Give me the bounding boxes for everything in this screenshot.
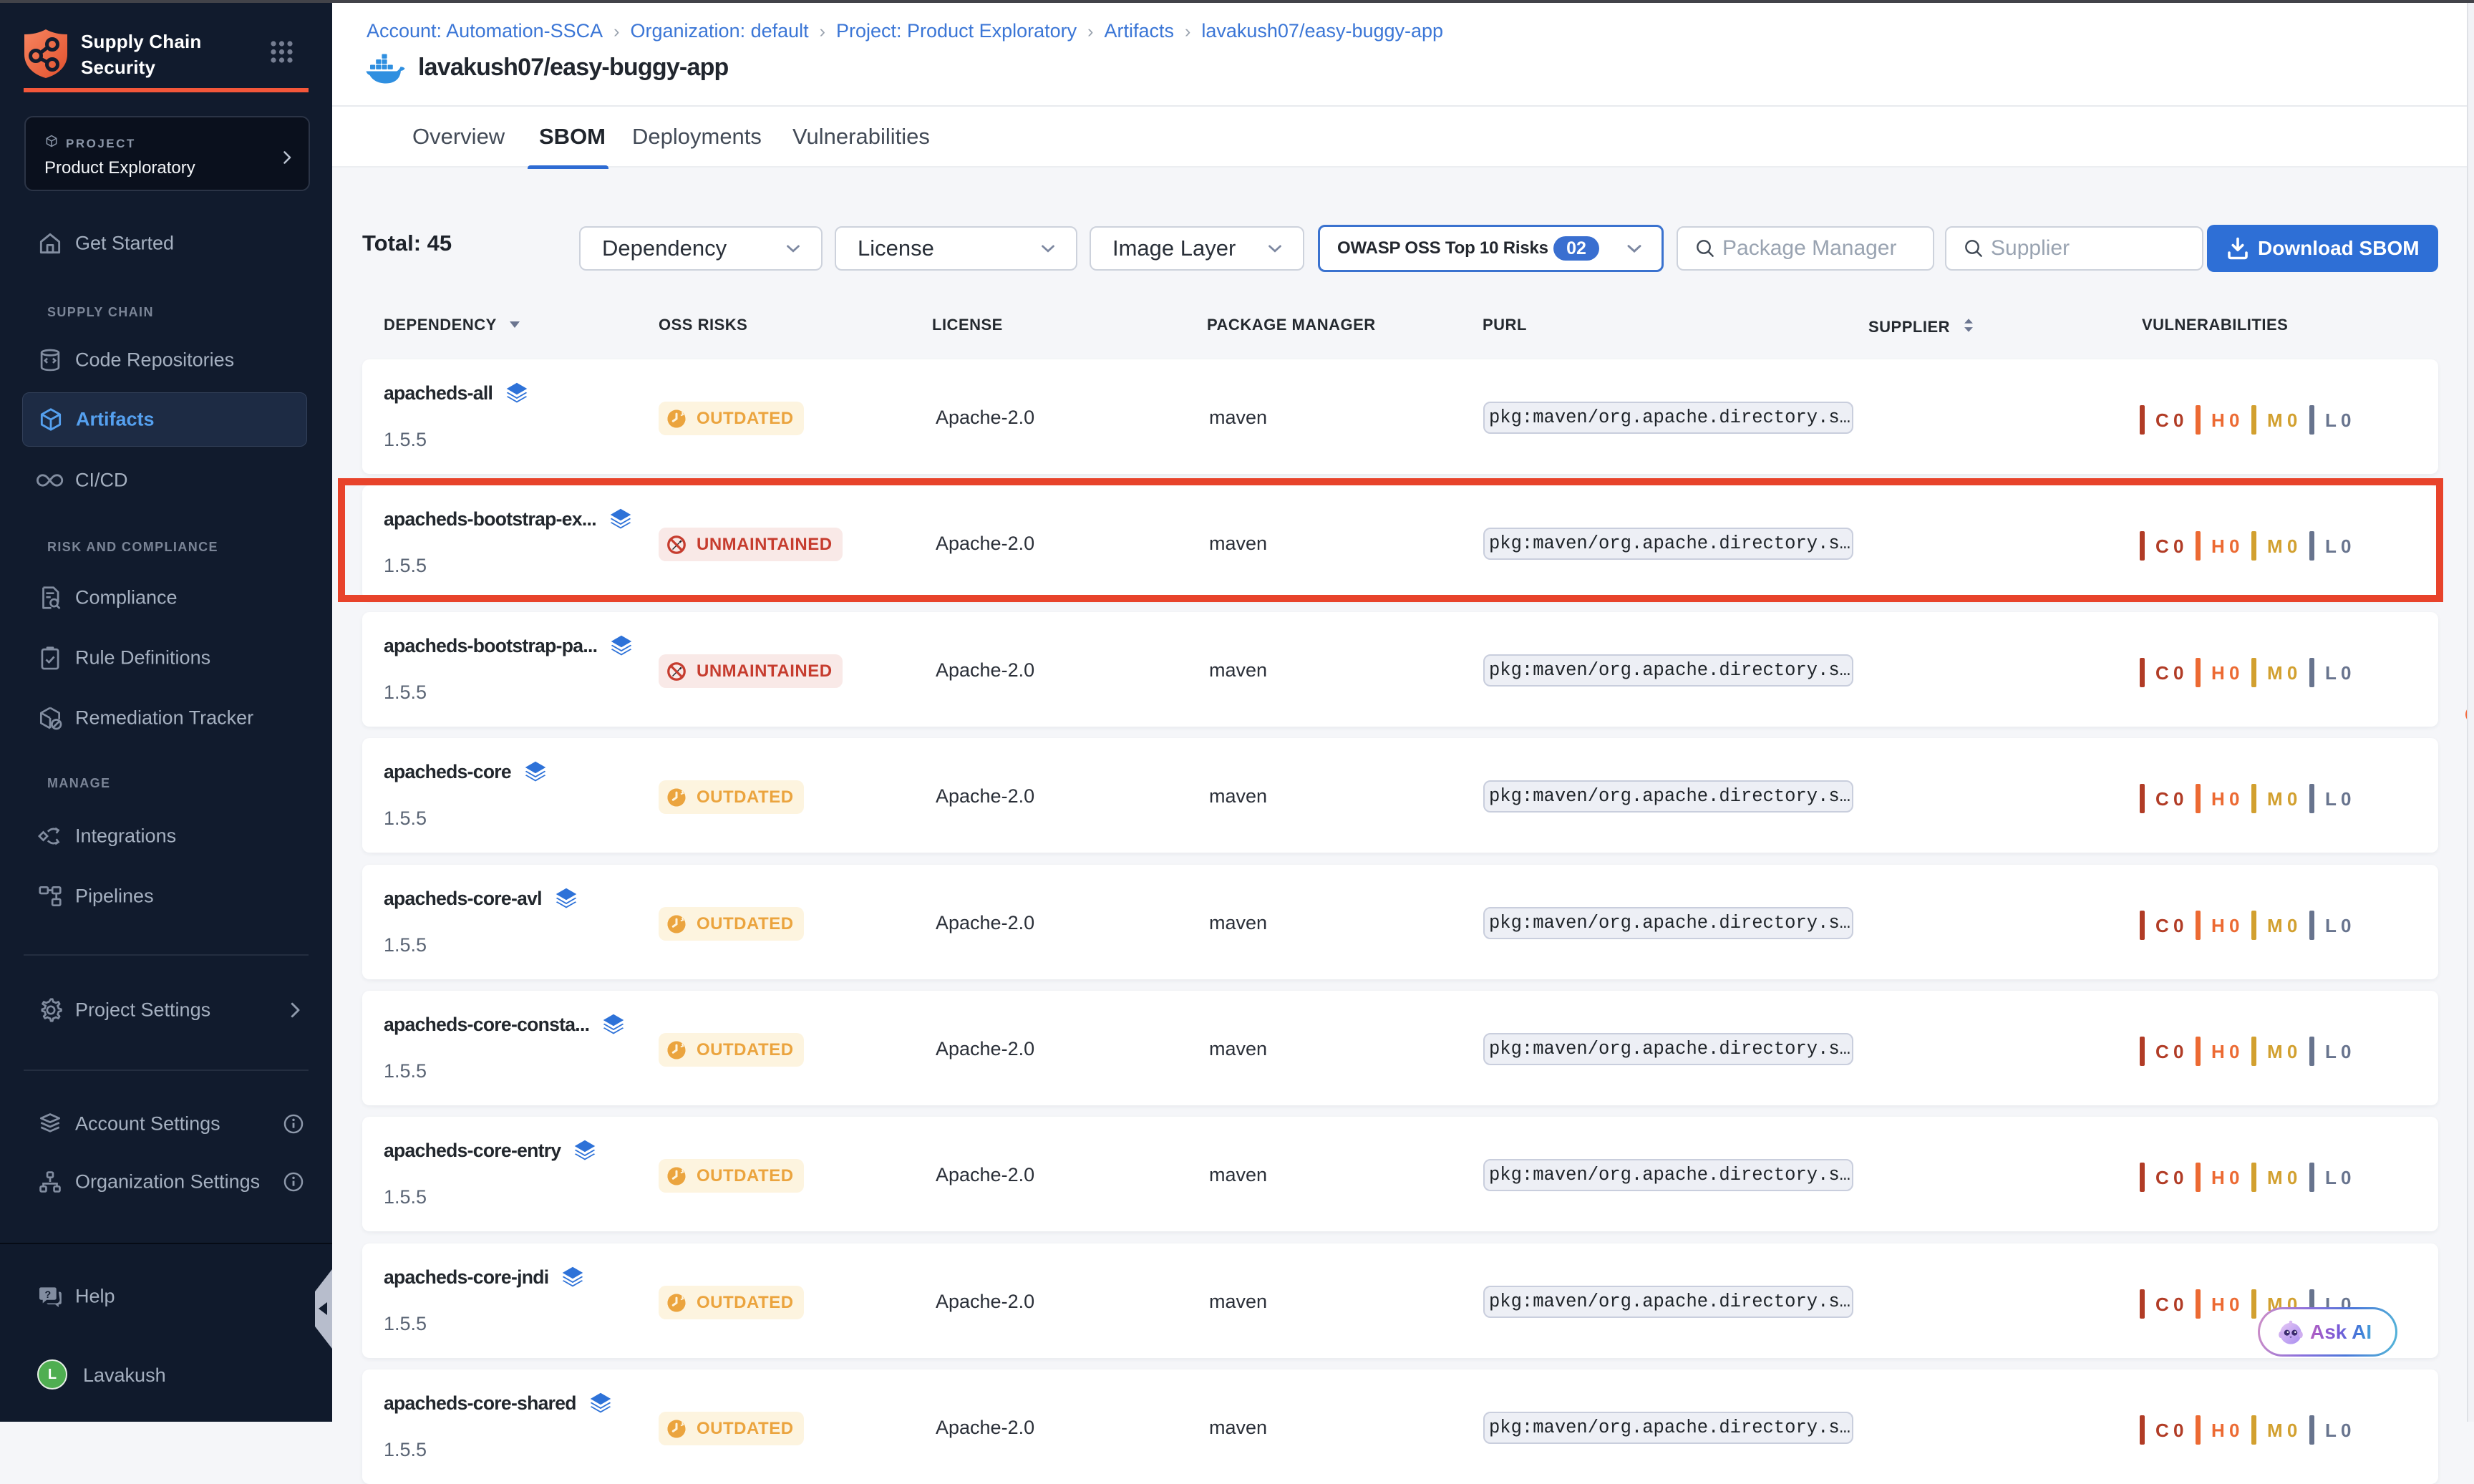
svg-text:?: ? [44,1289,51,1301]
